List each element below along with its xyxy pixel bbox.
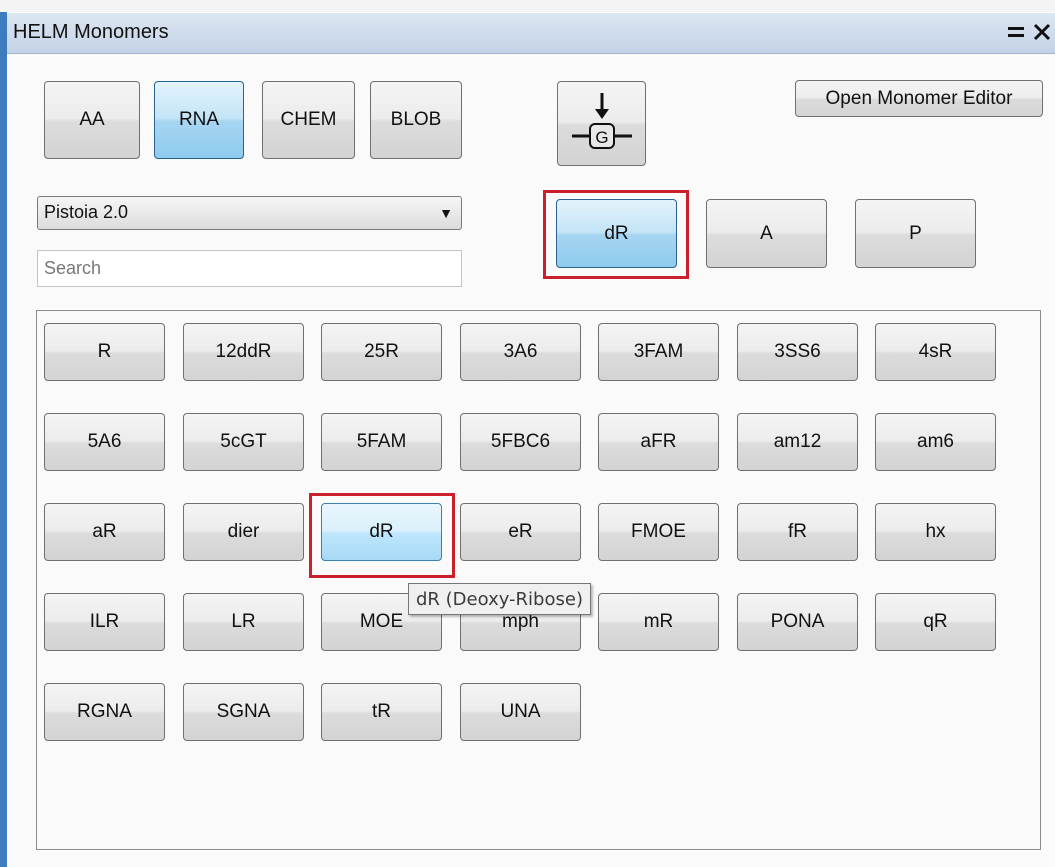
monomer-button-una[interactable]: UNA [460, 683, 581, 741]
monomer-label: hx [925, 521, 946, 542]
window-left-edge [0, 12, 7, 867]
monomer-button-4sr[interactable]: 4sR [875, 323, 996, 381]
monomer-label: UNA [500, 701, 541, 722]
monomer-button-fr[interactable]: fR [737, 503, 858, 561]
monomer-label: mR [643, 611, 674, 632]
monomer-label: eR [508, 521, 533, 542]
monomer-label: dR [369, 521, 394, 542]
monomer-label: FMOE [631, 521, 686, 542]
monomer-label: PONA [770, 611, 825, 632]
monomer-button-dr[interactable]: dR [321, 503, 442, 561]
monomer-label: dier [227, 521, 260, 542]
monomer-button-rgna[interactable]: RGNA [44, 683, 165, 741]
monomer-button-lr[interactable]: LR [183, 593, 304, 651]
monomer-label: aFR [640, 431, 677, 452]
monomer-button-r[interactable]: R [44, 323, 165, 381]
monomer-button-pona[interactable]: PONA [737, 593, 858, 651]
tooltip-text: dR (Deoxy-Ribose) [416, 588, 583, 610]
polymer-type-blob-button[interactable]: BLOB [370, 81, 462, 159]
monomer-button-5fbc6[interactable]: 5FBC6 [460, 413, 581, 471]
monomer-button-sgna[interactable]: SGNA [183, 683, 304, 741]
button-label: dR [604, 222, 629, 244]
monomer-label: 25R [364, 341, 399, 362]
monomer-label: 3FAM [633, 341, 684, 362]
monomer-label: 3A6 [503, 341, 538, 362]
monomer-g-arrow-icon: G [571, 92, 632, 149]
monomer-button-5cgt[interactable]: 5cGT [183, 413, 304, 471]
monomer-button-12ddr[interactable]: 12ddR [183, 323, 304, 381]
library-select[interactable]: Pistoia 2.0 ▼ [37, 196, 462, 230]
monomer-label: fR [788, 521, 807, 542]
monomer-button-er[interactable]: eR [460, 503, 581, 561]
button-label: AA [79, 109, 105, 130]
monomer-label: 4sR [918, 341, 953, 362]
monomer-button-3fam[interactable]: 3FAM [598, 323, 719, 381]
monomer-button-mr[interactable]: mR [598, 593, 719, 651]
monomer-label: qR [923, 611, 948, 632]
monomer-button-afr[interactable]: aFR [598, 413, 719, 471]
monomer-button-3ss6[interactable]: 3SS6 [737, 323, 858, 381]
nucleotide-part-dr-button[interactable]: dR [556, 199, 677, 268]
monomer-button-fmoe[interactable]: FMOE [598, 503, 719, 561]
monomer-button-tr[interactable]: tR [321, 683, 442, 741]
polymer-type-aa-button[interactable]: AA [44, 81, 140, 159]
monomer-button-am6[interactable]: am6 [875, 413, 996, 471]
polymer-type-rna-button[interactable]: RNA [154, 81, 244, 159]
monomer-label: am12 [773, 431, 822, 452]
nucleotide-part-p-button[interactable]: P [855, 199, 976, 268]
monomer-label: 5FBC6 [490, 431, 551, 452]
monomer-button-dier[interactable]: dier [183, 503, 304, 561]
monomer-button-am12[interactable]: am12 [737, 413, 858, 471]
close-icon[interactable] [1031, 19, 1053, 45]
monomer-label: R [97, 341, 112, 362]
monomer-label: ILR [89, 611, 120, 632]
monomer-label: aR [92, 521, 117, 542]
monomer-label: 3SS6 [774, 341, 821, 362]
monomer-button-3a6[interactable]: 3A6 [460, 323, 581, 381]
monomer-button-25r[interactable]: 25R [321, 323, 442, 381]
button-label: BLOB [390, 109, 442, 130]
monomer-label: LR [231, 611, 256, 632]
monomer-grid-panel [36, 310, 1041, 850]
monomer-button-ar[interactable]: aR [44, 503, 165, 561]
nucleotide-part-a-button[interactable]: A [706, 199, 827, 268]
search-input[interactable] [37, 250, 462, 287]
polymer-type-chem-button[interactable]: CHEM [262, 81, 355, 159]
monomer-button-qr[interactable]: qR [875, 593, 996, 651]
open-monomer-editor-button[interactable]: Open Monomer Editor [795, 80, 1043, 117]
monomer-label: am6 [917, 431, 954, 452]
monomer-label: SGNA [216, 701, 271, 722]
window-title: HELM Monomers [13, 21, 169, 43]
monomer-label: 5A6 [87, 431, 122, 452]
monomer-button-ilr[interactable]: ILR [44, 593, 165, 651]
monomer-button-hx[interactable]: hx [875, 503, 996, 561]
button-label: CHEM [280, 109, 337, 130]
monomer-label: tR [372, 701, 391, 722]
button-label: RNA [178, 109, 220, 130]
top-strip [0, 0, 1055, 12]
button-label: A [760, 222, 773, 244]
monomer-button-5fam[interactable]: 5FAM [321, 413, 442, 471]
button-label: Open Monomer Editor [825, 87, 1013, 109]
monomer-label: 5FAM [356, 431, 407, 452]
chevron-down-icon: ▼ [439, 205, 453, 221]
monomer-tooltip: dR (Deoxy-Ribose) [408, 583, 591, 615]
monomer-label: 5cGT [220, 431, 267, 452]
menu-icon[interactable] [1005, 19, 1027, 45]
monomer-label: RGNA [77, 701, 132, 722]
title-bar: HELM Monomers [7, 13, 1055, 54]
monomer-label: 12ddR [215, 341, 272, 362]
monomer-button-5a6[interactable]: 5A6 [44, 413, 165, 471]
monomer-label: MOE [359, 611, 404, 632]
library-select-value: Pistoia 2.0 [44, 202, 129, 222]
button-label: P [909, 222, 922, 244]
monomer-glyph-button[interactable]: G [557, 81, 646, 166]
glyph-letter: G [595, 128, 608, 147]
